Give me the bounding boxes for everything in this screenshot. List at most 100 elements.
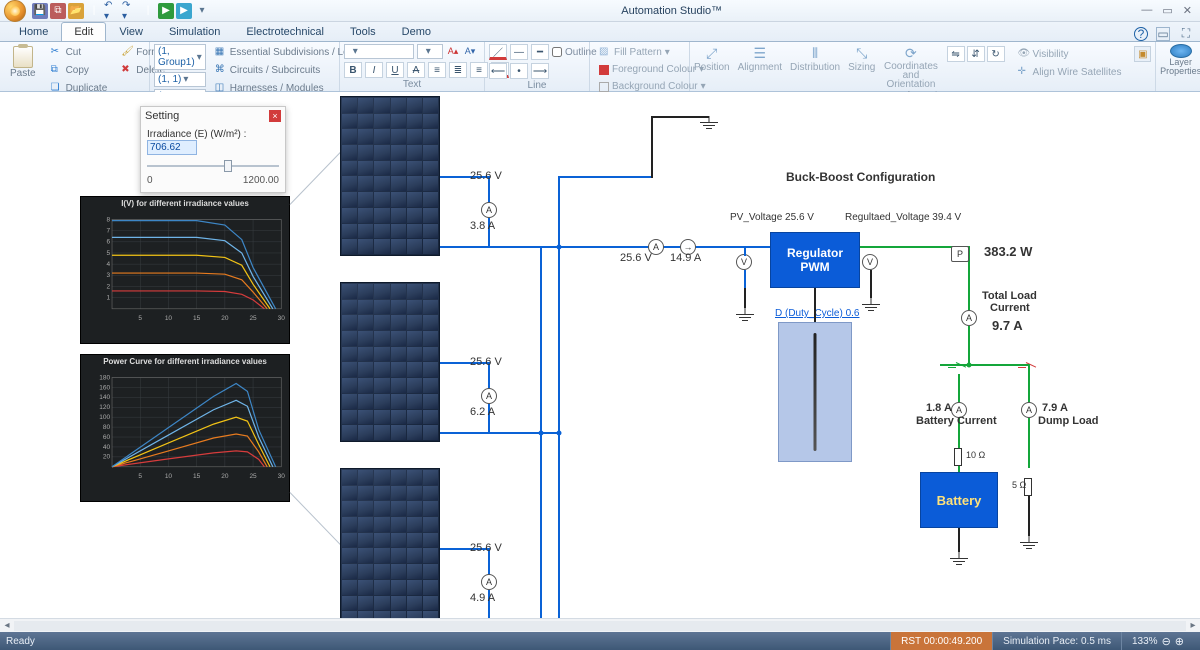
regulator-block[interactable]: Regulator PWM xyxy=(770,232,860,288)
qat-step-button[interactable]: ▶ xyxy=(176,3,192,19)
horizontal-scrollbar[interactable]: ◂ ▸ xyxy=(0,618,1200,632)
layer-properties-button[interactable]: Layer Properties xyxy=(1160,44,1200,76)
rotate-button[interactable]: ↻ xyxy=(987,46,1005,62)
align-left-button[interactable]: ≡ xyxy=(428,62,446,78)
tab-simulation[interactable]: Simulation xyxy=(156,22,233,41)
irradiance-slider[interactable] xyxy=(147,159,279,173)
font-family-select[interactable]: ▾ xyxy=(344,44,414,59)
scroll-left-button[interactable]: ◂ xyxy=(0,620,14,631)
app-orb-button[interactable] xyxy=(4,0,26,22)
setting-close-button[interactable]: × xyxy=(269,110,281,122)
chevron-down-icon: ▾ xyxy=(197,52,202,63)
qat-saveall-icon[interactable]: ⧉ xyxy=(50,3,66,19)
flip-v-button[interactable]: ⇵ xyxy=(967,46,985,62)
underline-button[interactable]: U xyxy=(386,62,404,78)
group-line-label: Line xyxy=(489,79,585,92)
arrow-style-button[interactable]: • xyxy=(510,63,528,79)
italic-button[interactable]: I xyxy=(365,62,383,78)
quick-access-toolbar: 💾 ⧉ 📂 | ↶ ▾ ↷ ▾ | ▶ ▶ ▾ xyxy=(32,3,210,19)
group-text-label: Text xyxy=(344,78,480,91)
sizing-icon[interactable]: ⤡ xyxy=(855,46,869,60)
qat-separator: | xyxy=(140,3,156,19)
qat-open-icon[interactable]: 📂 xyxy=(68,3,84,19)
grow-font-icon[interactable]: A▴ xyxy=(446,45,460,59)
coords-icon[interactable]: ⟳ xyxy=(904,46,918,60)
total-current-value: 9.7 A xyxy=(992,318,1023,333)
location-select-1[interactable]: (1, Group1)▾ xyxy=(154,44,206,70)
chevron-down-icon: ▾ xyxy=(353,46,358,57)
strike-button[interactable]: A xyxy=(407,62,425,78)
font-size-select[interactable]: ▾ xyxy=(417,44,443,59)
fill-pattern-button[interactable]: ▨Fill Pattern▾ xyxy=(594,44,675,60)
group-dialog-button[interactable]: ▣ xyxy=(1134,46,1151,62)
alignment-icon[interactable]: ☰ xyxy=(753,46,767,60)
tab-electrotechnical[interactable]: Electrotechnical xyxy=(233,22,337,41)
shrink-font-icon[interactable]: A▾ xyxy=(463,45,477,59)
qat-save-icon[interactable]: 💾 xyxy=(32,3,48,19)
flip-h-button[interactable]: ⇋ xyxy=(947,46,965,62)
status-pace[interactable]: Simulation Pace: 0.5 ms xyxy=(992,632,1121,650)
fg-label: Foreground Colour xyxy=(612,64,696,75)
battery-block[interactable]: Battery xyxy=(920,472,998,528)
status-rst[interactable]: RST 00:00:49.200 xyxy=(890,632,992,650)
collapse-ribbon-button[interactable]: ▭ xyxy=(1156,27,1170,41)
cut-button[interactable]: ✂Cut xyxy=(46,44,113,60)
switch-battery[interactable] xyxy=(948,360,968,374)
arrow-start-button[interactable]: ⟵ xyxy=(489,63,507,79)
solar-panel-1[interactable] xyxy=(340,96,440,256)
scrollbar-track[interactable] xyxy=(14,621,1186,631)
tab-home[interactable]: Home xyxy=(6,22,61,41)
position-icon[interactable]: ⤢ xyxy=(705,46,719,60)
pv-chart[interactable]: Power Curve for different irradiance val… xyxy=(80,354,290,502)
align-wire-button[interactable]: ✛Align Wire Satellites xyxy=(1013,64,1127,80)
align-center-button[interactable]: ≣ xyxy=(449,62,467,78)
line-color-button[interactable]: ／ xyxy=(489,44,507,60)
solar-panel-2[interactable] xyxy=(340,282,440,442)
qat-redo-button[interactable]: ↷ ▾ xyxy=(122,3,138,19)
qat-more-icon[interactable]: ▾ xyxy=(194,3,210,19)
tab-edit[interactable]: Edit xyxy=(61,22,106,41)
coords-label: Coordinates and Orientation xyxy=(883,62,938,89)
panel1-current: 3.8 A xyxy=(470,220,495,232)
svg-text:140: 140 xyxy=(99,394,110,401)
irradiance-input[interactable] xyxy=(147,140,197,155)
ribbon-options-button[interactable]: ⛶ xyxy=(1178,26,1194,41)
tab-demo[interactable]: Demo xyxy=(389,22,444,41)
window-maximize-button[interactable]: ▭ xyxy=(1162,4,1172,17)
pv-chart-svg: 5101520253020406080100120140160180 xyxy=(99,361,285,487)
help-button[interactable]: ? xyxy=(1134,27,1148,41)
app-title: Automation Studio™ xyxy=(210,5,1133,17)
iv-chart-svg: 5101520253012345678 xyxy=(99,203,285,329)
qat-run-button[interactable]: ▶ xyxy=(158,3,174,19)
clipboard-icon xyxy=(13,46,33,68)
visibility-button[interactable]: 👁Visibility xyxy=(1013,46,1127,62)
svg-text:5: 5 xyxy=(138,315,142,322)
qat-undo-button[interactable]: ↶ ▾ xyxy=(104,3,120,19)
tab-view[interactable]: View xyxy=(106,22,156,41)
location-select-2[interactable]: (1, 1)▾ xyxy=(154,72,206,87)
scroll-right-button[interactable]: ▸ xyxy=(1186,620,1200,631)
bold-button[interactable]: B xyxy=(344,62,362,78)
window-close-button[interactable]: ✕ xyxy=(1183,4,1192,17)
paste-button[interactable]: Paste xyxy=(4,44,42,81)
duty-cycle-slider[interactable] xyxy=(778,322,852,462)
distribution-icon[interactable]: ⫴ xyxy=(808,46,822,60)
line-style-button[interactable]: — xyxy=(510,44,528,60)
window-minimize-button[interactable]: — xyxy=(1141,4,1152,17)
dump-label: Dump Load xyxy=(1038,416,1078,427)
zoom-in-button[interactable]: ⊕ xyxy=(1175,635,1184,648)
zoom-out-button[interactable]: ⊖ xyxy=(1162,635,1171,648)
iv-chart[interactable]: I(V) for different irradiance values 510… xyxy=(80,196,290,344)
solar-panel-3[interactable] xyxy=(340,468,440,628)
format-painter-icon: 🖌 xyxy=(121,46,133,58)
zoom-value: 133% xyxy=(1132,636,1158,647)
line-weight-button[interactable]: ━ xyxy=(531,44,549,60)
arrow-end-button[interactable]: ⟶ xyxy=(531,63,549,79)
alignment-label: Alignment xyxy=(738,62,782,73)
diagram-canvas[interactable]: Setting× Irradiance (E) (W/m²) : 01200.0… xyxy=(0,92,1200,632)
tab-tools[interactable]: Tools xyxy=(337,22,389,41)
location-select-1-value: (1, Group1) xyxy=(158,46,195,68)
copy-button[interactable]: ⧉Copy xyxy=(46,62,113,78)
location-select-2-value: (1, 1) xyxy=(158,74,181,85)
setting-window[interactable]: Setting× Irradiance (E) (W/m²) : 01200.0… xyxy=(140,106,286,193)
